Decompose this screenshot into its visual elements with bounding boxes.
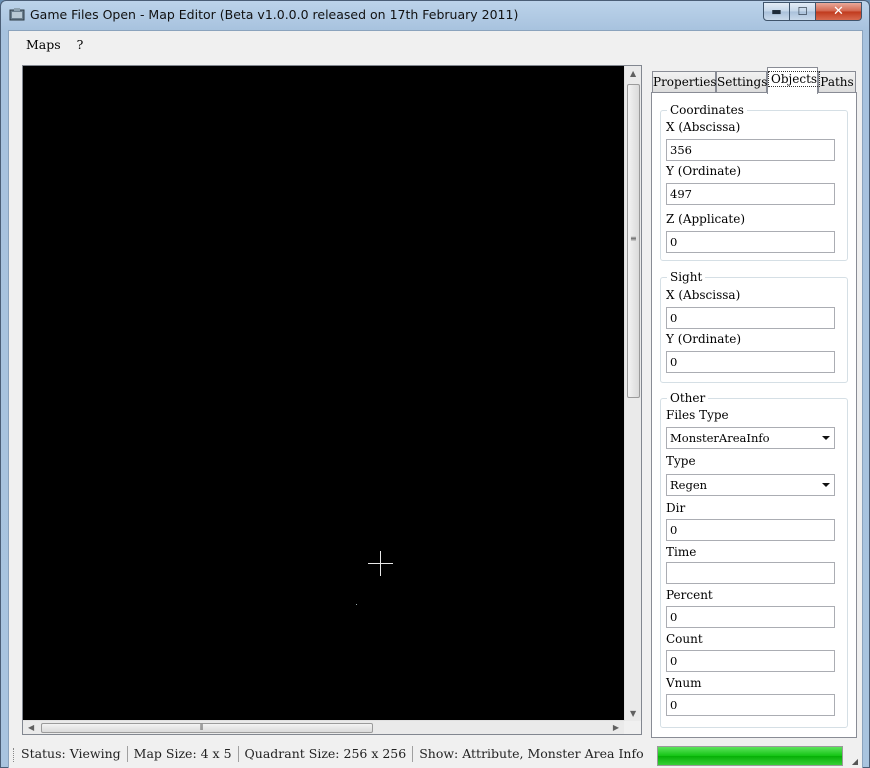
sight-y-input[interactable]: 0 [666, 351, 835, 373]
sight-x-input[interactable]: 0 [666, 307, 835, 329]
tab-label: Settings [717, 75, 768, 89]
objects-panel: Coordinates X (Abscissa) 356 Y (Ordinate… [651, 92, 857, 738]
app-icon [9, 8, 25, 21]
tab-label: Properties [653, 75, 717, 89]
dir-input[interactable]: 0 [666, 519, 835, 541]
time-input[interactable] [666, 562, 835, 584]
dropdown-arrow-icon [822, 483, 830, 487]
menu-help[interactable]: ? [69, 34, 92, 55]
dropdown-arrow-icon [822, 436, 830, 440]
tab-label: Objects [768, 71, 821, 87]
coord-z-input[interactable]: 0 [666, 231, 835, 253]
coordinates-group: Coordinates X (Abscissa) 356 Y (Ordinate… [660, 103, 848, 261]
vnum-input[interactable]: 0 [666, 694, 835, 716]
group-title: Sight [667, 270, 706, 284]
scroll-left-arrow-icon[interactable]: ◀ [28, 723, 34, 732]
tab-paths[interactable]: Paths [818, 71, 856, 93]
progress-fill [658, 747, 842, 765]
y-label: Y (Ordinate) [666, 164, 741, 178]
menu-maps[interactable]: Maps [18, 34, 69, 55]
quadrant-size-text: Quadrant Size: 256 x 256 [237, 746, 413, 762]
files-type-select[interactable]: MonsterAreaInfo [666, 427, 835, 449]
group-title: Other [667, 391, 709, 405]
group-title: Coordinates [667, 103, 747, 117]
map-view: ▲ ≡ ▼ ◀ ⦀ ▶ [22, 65, 642, 735]
x-label: X (Abscissa) [666, 288, 741, 302]
show-text: Show: Attribute, Monster Area Info [412, 746, 649, 762]
status-grip [13, 748, 14, 762]
vnum-label: Vnum [666, 676, 702, 690]
files-type-value: MonsterAreaInfo [670, 431, 770, 445]
status-bar: Status: Viewing Map Size: 4 x 5 Quadrant… [9, 740, 862, 768]
scroll-down-arrow-icon[interactable]: ▼ [630, 709, 636, 718]
percent-label: Percent [666, 588, 713, 602]
menu-bar: Maps ? [9, 31, 862, 58]
tab-settings[interactable]: Settings [716, 71, 767, 93]
type-value: Regen [670, 478, 708, 492]
progress-bar [657, 746, 843, 766]
count-input[interactable]: 0 [666, 650, 835, 672]
horizontal-scrollbar[interactable]: ◀ ⦀ ▶ [23, 720, 624, 734]
tab-objects[interactable]: Objects [767, 67, 821, 94]
close-button[interactable]: ✕ [816, 2, 862, 21]
vertical-scroll-thumb[interactable]: ≡ [627, 84, 640, 398]
map-size-text: Map Size: 4 x 5 [126, 746, 238, 762]
scroll-right-arrow-icon[interactable]: ▶ [613, 723, 619, 732]
count-label: Count [666, 632, 703, 646]
type-select[interactable]: Regen [666, 474, 835, 496]
files-type-label: Files Type [666, 408, 729, 422]
time-label: Time [666, 545, 697, 559]
client-area: Maps ? ▲ ≡ ▼ ◀ ⦀ ▶ Properties Settings O… [8, 30, 863, 768]
status-text: Status: Viewing [21, 746, 121, 761]
grip-icon: ⦀ [200, 723, 204, 732]
app-window: Game Files Open - Map Editor (Beta v1.0.… [0, 0, 870, 768]
window-title: Game Files Open - Map Editor (Beta v1.0.… [30, 7, 519, 22]
coord-y-input[interactable]: 497 [666, 183, 835, 205]
z-label: Z (Applicate) [666, 212, 746, 226]
title-bar[interactable]: Game Files Open - Map Editor (Beta v1.0.… [1, 1, 869, 29]
map-marker [356, 604, 357, 605]
size-grip-icon[interactable]: ◢ [852, 757, 858, 766]
coord-x-input[interactable]: 356 [666, 139, 835, 161]
type-label: Type [666, 454, 696, 468]
grip-icon: ≡ [630, 234, 637, 243]
maximize-button[interactable]: ☐ [790, 2, 816, 21]
caption-buttons: ▬ ☐ ✕ [763, 2, 862, 21]
x-label: X (Abscissa) [666, 120, 741, 134]
crosshair-cursor [368, 551, 393, 576]
scroll-up-arrow-icon[interactable]: ▲ [630, 69, 636, 78]
other-group: Other Files Type MonsterAreaInfo Type Re… [660, 391, 848, 728]
dir-label: Dir [666, 501, 686, 515]
vertical-scrollbar[interactable]: ▲ ≡ ▼ [624, 66, 641, 721]
tab-label: Paths [820, 75, 854, 89]
minimize-button[interactable]: ▬ [763, 2, 790, 21]
map-canvas[interactable] [23, 66, 624, 721]
sight-group: Sight X (Abscissa) 0 Y (Ordinate) 0 [660, 270, 848, 383]
horizontal-scroll-thumb[interactable]: ⦀ [41, 723, 373, 733]
tab-properties[interactable]: Properties [652, 71, 716, 93]
percent-input[interactable]: 0 [666, 606, 835, 628]
y-label: Y (Ordinate) [666, 332, 741, 346]
